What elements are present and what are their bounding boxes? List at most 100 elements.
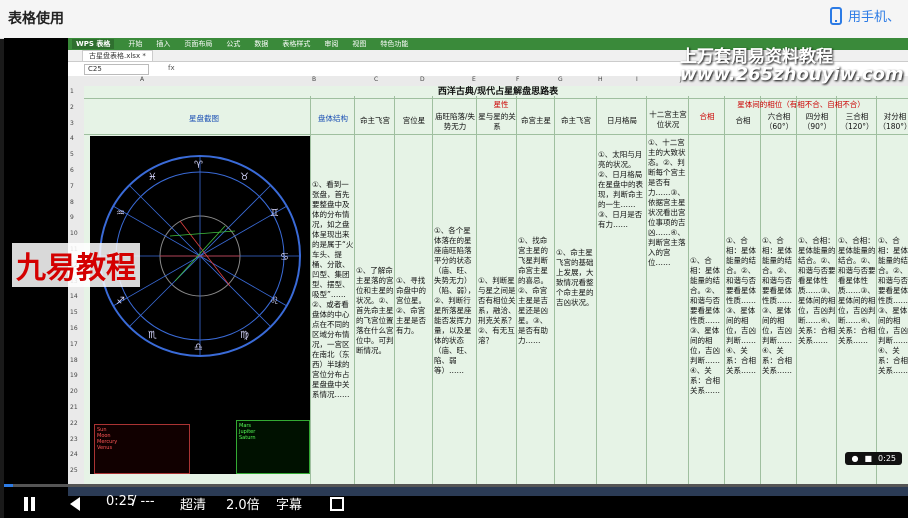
row-header[interactable]: 19 [70, 372, 78, 379]
header-col-k[interactable]: 合相 [690, 112, 724, 122]
phone-link[interactable]: 用手机、 [829, 6, 900, 25]
cell-aspect-square[interactable]: ①、合相：星体能量的结合。②、和谐与否要看星体性质……③、星体间的相位，吉凶判断… [798, 236, 836, 456]
header-aspect-opp[interactable]: 对分相（180°） [878, 112, 908, 132]
speed-button[interactable]: 2.0倍 [226, 494, 260, 513]
header-col-i[interactable]: 日月格局 [598, 116, 646, 126]
row-header[interactable]: 22 [70, 420, 78, 427]
column-header[interactable]: E [472, 76, 476, 83]
camera-icon[interactable]: ■ [864, 454, 872, 463]
row-header[interactable]: 9 [70, 214, 74, 221]
legend-entry: Saturn [239, 435, 256, 441]
chart-label[interactable]: 星盘截图 [124, 114, 284, 124]
video-player[interactable]: WPS 表格 开始 插入 页面布局 公式 数据 表格样式 审阅 视图 特色功能 … [4, 38, 908, 518]
cell-aspect-k[interactable]: ①、合相：星体能量的结合。②、和谐与否要看星体性质……③、星体间的相位，吉凶判断… [690, 256, 724, 456]
sheet-title[interactable]: 西洋古典/现代占星解盘思路表 [84, 86, 908, 98]
volume-icon[interactable] [70, 497, 80, 511]
wps-menu-item[interactable]: 视图 [352, 39, 366, 49]
file-tab[interactable]: 古星盘表格.xlsx * [82, 49, 153, 62]
wps-menu-item[interactable]: WPS 表格 [72, 39, 115, 49]
jiuyi-logo: 九易教程 [12, 243, 140, 287]
cell-structure[interactable]: ①、看到一张盘，首先要整盘中及体的分布情况，如之盘体呈现出来的是属于“火车头、提… [312, 180, 354, 476]
svg-text:♉: ♉ [240, 172, 249, 183]
cell-col-h[interactable]: ①、命主星飞宫的基础上发展，大致情况看整个命主星的吉凶状况。 [556, 248, 596, 448]
cell-col-d[interactable]: ①、寻找命盘中的宫位星。②、命宫主星是否有力。 [396, 276, 432, 396]
wps-menu-item[interactable]: 页面布局 [184, 39, 212, 49]
phone-link-label: 用手机、 [847, 10, 900, 25]
wps-menu-item[interactable]: 审阅 [324, 39, 338, 49]
header-col-e[interactable]: 庙旺陷落/失势无力 [434, 112, 476, 132]
row-header[interactable]: 7 [70, 183, 74, 190]
duration: / --- [132, 494, 155, 509]
progress-bar[interactable] [4, 484, 908, 487]
wps-menu-item[interactable]: 数据 [254, 39, 268, 49]
wps-menu-item[interactable]: 特色功能 [380, 39, 408, 49]
row-header[interactable]: 18 [70, 357, 78, 364]
header-col-d[interactable]: 宫位星 [396, 116, 432, 126]
wps-menu-item[interactable]: 插入 [156, 39, 170, 49]
cell-col-g[interactable]: ①、找命宫主星的飞星判断命宫主星的喜忌。②、命宫主星是吉星还是凶星。③、是否有助… [518, 236, 554, 466]
page-title: 表格使用 [8, 11, 64, 27]
subtitle-button[interactable]: 字幕 [276, 494, 302, 513]
header-col-h[interactable]: 命主飞宫 [556, 116, 596, 126]
page-header: 表格使用 用手机、 [0, 0, 908, 39]
row-header[interactable]: 2 [70, 104, 74, 111]
header-col-j[interactable]: 十二宫主宫位状况 [648, 110, 688, 130]
column-header[interactable]: I [636, 76, 638, 83]
header-aspect-square[interactable]: 四分相（90°） [798, 112, 836, 132]
fullscreen-icon[interactable] [330, 497, 344, 511]
cell-col-f[interactable]: ①、判断星与星之间是否有相位关系，融洽、刑克关系？②、有无互溶？ [478, 276, 516, 396]
column-header[interactable]: F [516, 76, 519, 83]
row-header[interactable]: 23 [70, 436, 78, 443]
pause-icon[interactable] [24, 497, 35, 511]
header-aspect-sextile[interactable]: 六合相（60°） [762, 112, 796, 132]
wps-menu-item[interactable]: 表格样式 [282, 39, 310, 49]
row-header[interactable]: 20 [70, 388, 78, 395]
column-header[interactable]: B [312, 76, 316, 83]
video-frame[interactable]: WPS 表格 开始 插入 页面布局 公式 数据 表格样式 审阅 视图 特色功能 … [68, 38, 908, 484]
header-col-c[interactable]: 命主飞宫 [356, 116, 394, 126]
cell-aspect-trine[interactable]: ①、合相：星体能量的结合。②、和谐与否要看星体性质……③、星体间的相位，吉凶判断… [838, 236, 876, 456]
column-header[interactable]: D [420, 76, 425, 83]
column-header[interactable]: H [598, 76, 603, 83]
svg-text:♌: ♌ [270, 296, 279, 307]
row-header[interactable]: 24 [70, 451, 78, 458]
header-structure[interactable]: 盘体结构 [312, 114, 354, 124]
wps-menu-item[interactable]: 开始 [128, 39, 142, 49]
cell-col-c[interactable]: ①、了解命主星落的宫位和主星的状况。②、首先命主星的飞宫位置落在什么宫位中。可判… [356, 266, 394, 446]
row-header[interactable]: 25 [70, 467, 78, 474]
row-header[interactable]: 8 [70, 199, 74, 206]
current-time: 0:25 [106, 494, 136, 509]
wps-menu-item[interactable]: 公式 [226, 39, 240, 49]
cell-aspect-sextile[interactable]: ①、合相：星体能量的结合。②、和谐与否要看星体性质……③、星体间的相位，吉凶判断… [762, 236, 796, 456]
cell-aspect-opp[interactable]: ①、合相：星体能量的结合。②、和谐与否要看星体性质……③、星体间的相位，吉凶判断… [878, 236, 908, 456]
cell-col-i[interactable]: ①、太阳与月亮的状况。②、日月格局在星盘中的表现，判断命主的一生……③、日月是否… [598, 150, 646, 480]
record-icon[interactable]: ● [851, 454, 858, 463]
quality-button[interactable]: 超清 [180, 494, 206, 513]
column-header[interactable]: A [140, 76, 144, 83]
row-header[interactable]: 21 [70, 404, 78, 411]
row-header[interactable]: 14 [70, 293, 78, 300]
mini-controls[interactable]: ● ■ 0:25 [845, 452, 902, 465]
column-header[interactable]: G [558, 76, 563, 83]
cell-reference[interactable]: C25 [84, 64, 149, 75]
header-group-aspect[interactable]: 星体间的相位（有相不合、自相不合） [690, 100, 908, 110]
cell-col-e[interactable]: ①、各个星体落在的星座庙旺陷落平分的状态（庙、旺、失势无力）（陷、弱），②、判断… [434, 226, 476, 466]
row-header[interactable]: 16 [70, 325, 78, 332]
column-header[interactable]: C [374, 76, 378, 83]
row-header[interactable]: 10 [70, 230, 78, 237]
header-group-planet[interactable]: 星性 [356, 100, 646, 110]
header-col-g[interactable]: 命宫主星 [518, 116, 554, 126]
row-header[interactable]: 17 [70, 341, 78, 348]
row-header[interactable]: 4 [70, 135, 74, 142]
cell-col-j[interactable]: ①、十二宫主的大致状态。②、判断每个宫主是否有力……③、依据宫主星状况看出宫位事… [648, 138, 688, 478]
header-col-f[interactable]: 星与星的关系 [478, 112, 516, 132]
row-header[interactable]: 15 [70, 309, 78, 316]
row-header[interactable]: 5 [70, 151, 74, 158]
header-aspect-trine[interactable]: 三合相（120°） [838, 112, 876, 132]
row-header[interactable]: 6 [70, 167, 74, 174]
spreadsheet-grid[interactable]: 西洋古典/现代占星解盘思路表 星盘截图 盘体结构 星性 命主飞宫 宫位星 庙旺陷… [84, 86, 908, 484]
cell-aspect-conj[interactable]: ①、合相：星体能量的结合。②、和谐与否要看星体性质……③、星体间的相位，吉凶判断… [726, 236, 760, 456]
row-header[interactable]: 3 [70, 120, 74, 127]
row-header[interactable]: 1 [70, 88, 74, 95]
header-aspect-conj[interactable]: 合相 [726, 116, 760, 126]
